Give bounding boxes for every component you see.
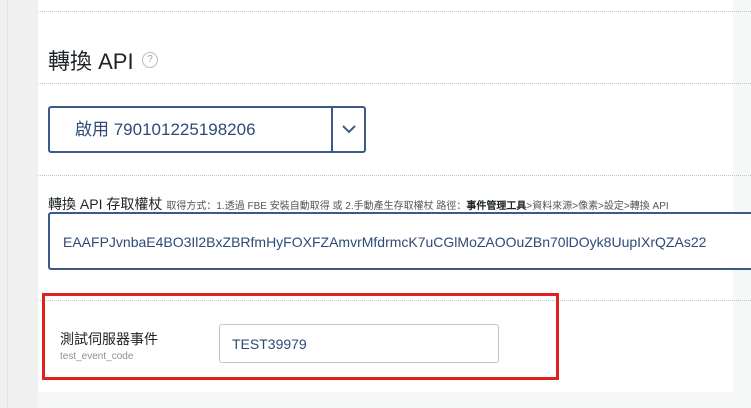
bottom-band — [38, 392, 751, 408]
test-event-code-input[interactable] — [219, 324, 499, 363]
pixel-status-value: 啟用 790101225198206 — [75, 120, 256, 139]
divider-top — [38, 11, 751, 12]
pixel-status-select[interactable]: 啟用 790101225198206 — [48, 106, 366, 153]
access-token-hint: 取得方式：1.透過 FBE 安裝自動取得 或 2.手動產生存取權杖 路徑：事件管… — [166, 201, 668, 212]
section-title: 轉換 API — [48, 49, 134, 74]
access-token-input[interactable]: EAAFPJvnbaE4BO3Il2BxZBRfmHyFOXFZAmvrMfdr… — [48, 212, 751, 270]
question-circle-icon[interactable]: ? — [142, 52, 158, 68]
event-manager-link[interactable]: 事件管理工具 — [466, 201, 526, 212]
test-event-label: 測試伺服器事件 — [60, 331, 158, 347]
divider-title — [38, 83, 751, 84]
access-token-hint-suffix: >資料來源>像素>設定>轉換 API — [526, 201, 669, 212]
access-token-title: 轉換 API 存取權杖 — [48, 196, 163, 212]
test-event-sublabel: test_event_code — [60, 351, 134, 362]
chevron-down-icon[interactable] — [333, 108, 364, 151]
access-token-hint-prefix: 取得方式：1.透過 FBE 安裝自動取得 或 2.手動產生存取權杖 路徑： — [166, 201, 467, 212]
access-token-value: EAAFPJvnbaE4BO3Il2BxZBRfmHyFOXFZAmvrMfdr… — [63, 234, 707, 250]
gutter-edge — [7, 0, 8, 408]
access-token-label: 轉換 API 存取權杖 取得方式：1.透過 FBE 安裝自動取得 或 2.手動產生… — [48, 194, 669, 214]
divider-select — [38, 175, 751, 176]
right-scroll-band — [733, 0, 751, 408]
left-gutter — [0, 0, 38, 408]
